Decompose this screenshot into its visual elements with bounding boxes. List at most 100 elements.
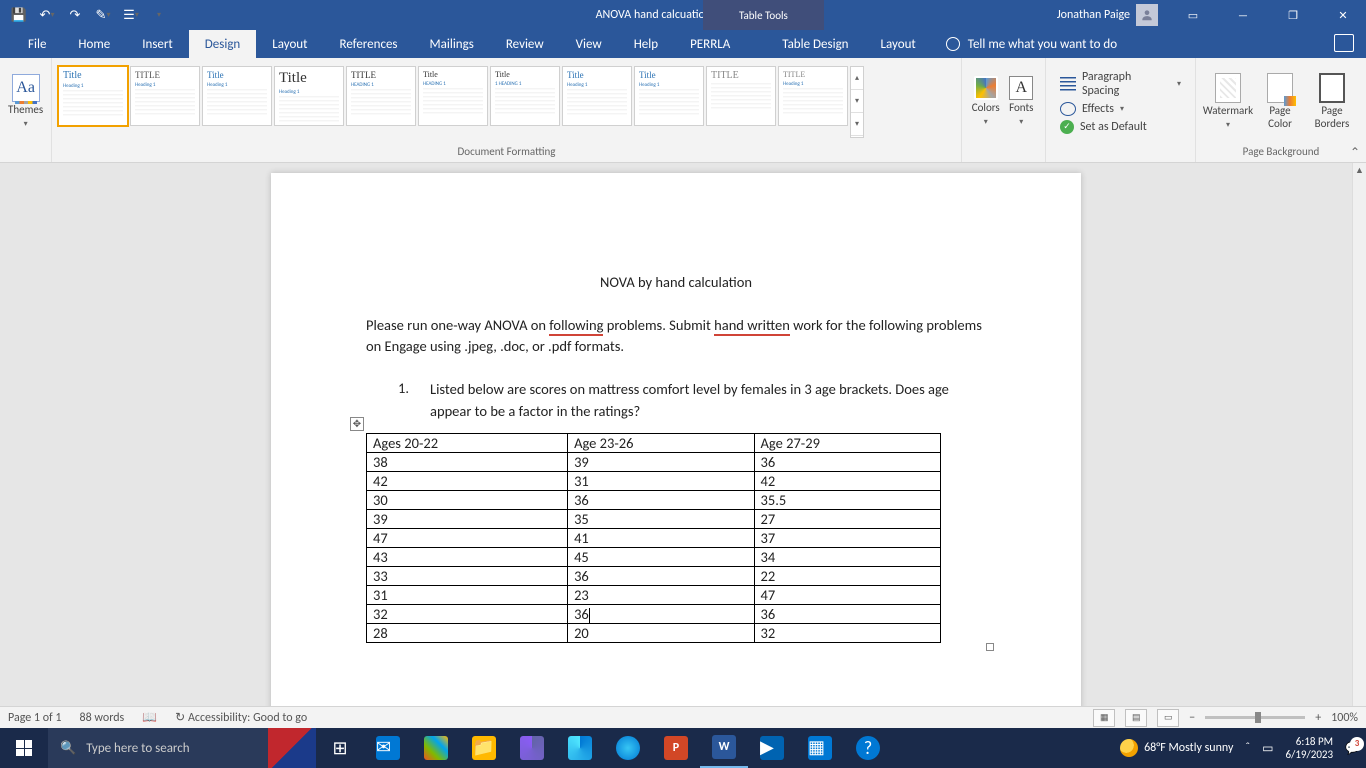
style-card[interactable]: TitleHeading 1 [634, 66, 704, 126]
tray-display-icon[interactable]: ▭ [1262, 741, 1273, 756]
table-cell[interactable]: 33 [367, 566, 568, 585]
tab-perrla[interactable]: PERRLA [674, 30, 746, 58]
table-cell[interactable]: 36 [754, 604, 940, 623]
tab-table-layout[interactable]: Layout [865, 30, 932, 58]
taskbar-search[interactable]: 🔍 Type here to search [48, 728, 268, 768]
table-cell[interactable]: 20 [568, 623, 754, 642]
table-cell[interactable]: 23 [568, 585, 754, 604]
app-3[interactable]: ▶ [748, 728, 796, 768]
watermark-button[interactable]: Watermark ▾ [1202, 69, 1254, 133]
word-count[interactable]: 88 words [80, 711, 125, 725]
clock[interactable]: 6:18 PM 6/19/2023 [1286, 735, 1334, 761]
qat-custom-button[interactable]: ✎▾ [90, 2, 116, 28]
table-cell[interactable]: 31 [367, 585, 568, 604]
read-mode-button[interactable]: ▦ [1093, 709, 1115, 727]
table-cell[interactable]: 45 [568, 547, 754, 566]
redo-button[interactable]: ↷ [62, 2, 88, 28]
close-button[interactable]: ✕ [1320, 0, 1366, 30]
zoom-level[interactable]: 100% [1331, 711, 1358, 725]
word-app[interactable]: W [700, 728, 748, 768]
table-cell[interactable]: 43 [367, 547, 568, 566]
style-card[interactable]: TitleHeading 1 [274, 66, 344, 126]
maximize-button[interactable]: ❐ [1270, 0, 1316, 30]
zoom-slider[interactable] [1205, 716, 1305, 719]
page[interactable]: NOVA by hand calculation Please run one-… [271, 173, 1081, 718]
table-cell[interactable]: 41 [568, 528, 754, 547]
ribbon-display-button[interactable]: ▭ [1170, 0, 1216, 30]
table-cell[interactable]: 39 [568, 452, 754, 471]
tab-references[interactable]: References [324, 30, 414, 58]
help-app[interactable]: ? [844, 728, 892, 768]
table-cell[interactable]: 36 [568, 566, 754, 585]
tab-table-design[interactable]: Table Design [766, 30, 864, 58]
style-card[interactable]: TitleHeading 1 [562, 66, 632, 126]
table-resize-handle[interactable] [986, 643, 994, 651]
collapse-ribbon-button[interactable]: ⌃ [1350, 145, 1360, 160]
tab-help[interactable]: Help [618, 30, 674, 58]
app-4[interactable]: ▦ [796, 728, 844, 768]
table-cell[interactable]: 37 [754, 528, 940, 547]
store-app[interactable] [412, 728, 460, 768]
table-move-handle[interactable]: ✥ [350, 417, 364, 431]
tell-me-search[interactable]: Tell me what you want to do [932, 30, 1131, 58]
table-cell[interactable]: 32 [754, 623, 940, 642]
style-card[interactable]: Title1 HEADING 1 [490, 66, 560, 126]
weather-widget[interactable]: 68°F Mostly sunny [1120, 739, 1233, 757]
themes-button[interactable]: Aa Themes ▾ [6, 70, 45, 132]
task-view-button[interactable]: ⊞ [316, 728, 364, 768]
style-gallery[interactable]: TitleHeading 1 TITLEHeading 1 TitleHeading… [58, 66, 864, 138]
table-header-cell[interactable]: Age 27-29 [754, 433, 940, 452]
page-count[interactable]: Page 1 of 1 [8, 711, 62, 725]
table-cell[interactable]: 39 [367, 509, 568, 528]
table-cell[interactable]: 36 [754, 452, 940, 471]
print-layout-button[interactable]: ▤ [1125, 709, 1147, 727]
web-layout-button[interactable]: ▭ [1157, 709, 1179, 727]
page-color-button[interactable]: Page Color [1254, 69, 1306, 133]
style-card[interactable]: TITLEHEADING 1 [346, 66, 416, 126]
tab-home[interactable]: Home [62, 30, 126, 58]
table-cell[interactable]: 47 [754, 585, 940, 604]
table-cell[interactable]: 31 [568, 471, 754, 490]
page-borders-button[interactable]: Page Borders [1306, 69, 1358, 133]
table-cell[interactable]: 47 [367, 528, 568, 547]
effects-button[interactable]: Effects▾ [1060, 102, 1181, 116]
tab-insert[interactable]: Insert [126, 30, 189, 58]
paragraph-spacing-button[interactable]: Paragraph Spacing▾ [1060, 70, 1181, 98]
comments-icon[interactable] [1334, 34, 1354, 52]
tab-mailings[interactable]: Mailings [414, 30, 490, 58]
table-cell[interactable]: 28 [367, 623, 568, 642]
vertical-scrollbar[interactable]: ▲ ▼ [1352, 163, 1366, 718]
app-1[interactable] [508, 728, 556, 768]
gallery-down[interactable]: ▾ [851, 90, 863, 113]
tab-file[interactable]: File [12, 30, 62, 58]
table-cell[interactable]: 35 [568, 509, 754, 528]
data-table[interactable]: Ages 20-22Age 23-26Age 27-29383936423142… [366, 433, 941, 643]
style-card[interactable]: TitleHEADING 1 [418, 66, 488, 126]
start-button[interactable] [0, 728, 48, 768]
accessibility-status[interactable]: ↻ Accessibility: Good to go [175, 710, 307, 725]
fonts-button[interactable]: A Fonts ▾ [1004, 72, 1040, 130]
zoom-in-button[interactable]: + [1315, 711, 1321, 725]
table-header-cell[interactable]: Age 23-26 [568, 433, 754, 452]
table-cell[interactable]: 36 [568, 604, 754, 623]
style-card[interactable]: TITLEHeading 1 [778, 66, 848, 126]
zoom-out-button[interactable]: − [1189, 711, 1195, 725]
table-header-cell[interactable]: Ages 20-22 [367, 433, 568, 452]
taskbar-flag-icon[interactable] [268, 728, 316, 768]
powerpoint-app[interactable]: P [652, 728, 700, 768]
gallery-up[interactable]: ▴ [851, 67, 863, 90]
scroll-up-button[interactable]: ▲ [1353, 163, 1366, 177]
tab-design[interactable]: Design [189, 30, 256, 58]
proofing-icon[interactable]: 📖 [142, 710, 157, 725]
colors-button[interactable]: Colors ▾ [968, 72, 1004, 130]
qat-spacing-button[interactable]: ☰▾ [118, 2, 144, 28]
style-card[interactable]: TITLE [706, 66, 776, 126]
app-2[interactable] [556, 728, 604, 768]
table-cell[interactable]: 27 [754, 509, 940, 528]
user-account[interactable]: Jonathan Paige [1057, 4, 1158, 26]
tab-layout[interactable]: Layout [256, 30, 323, 58]
table-cell[interactable]: 36 [568, 490, 754, 509]
explorer-app[interactable]: 📁 [460, 728, 508, 768]
tab-review[interactable]: Review [490, 30, 560, 58]
table-cell[interactable]: 34 [754, 547, 940, 566]
